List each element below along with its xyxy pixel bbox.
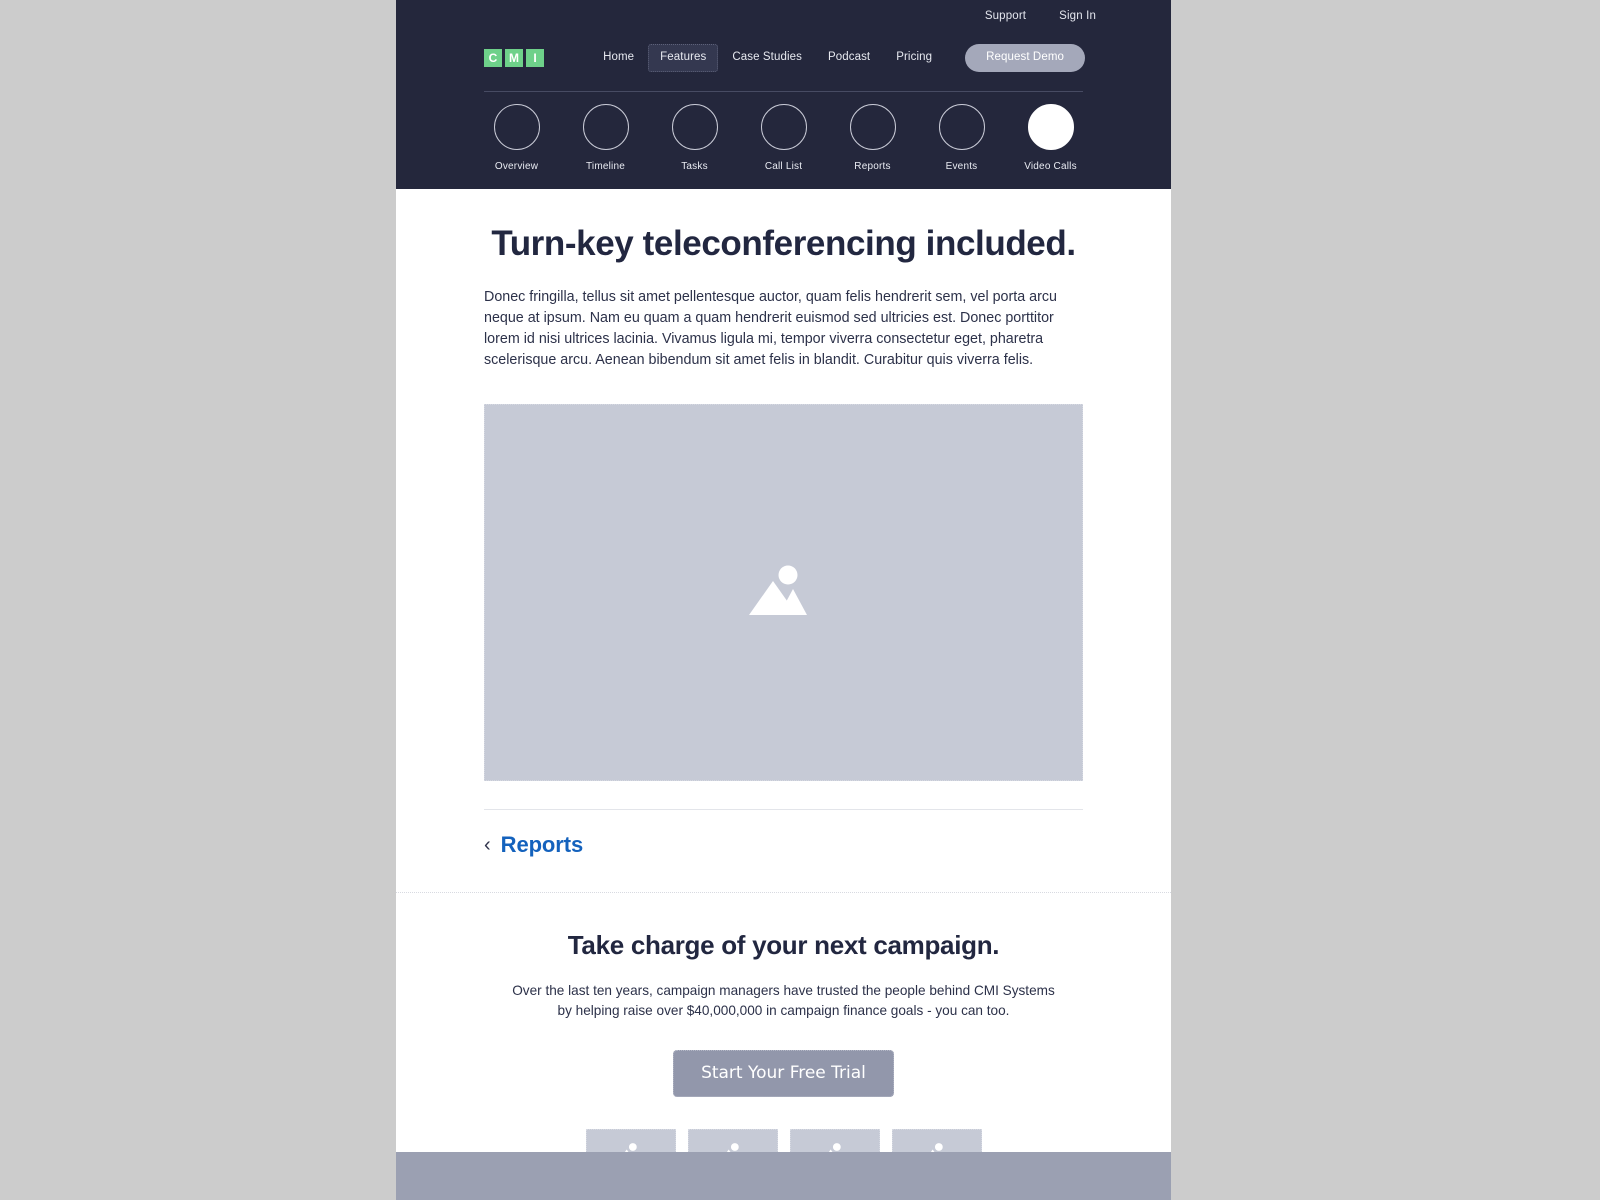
utility-bar: Support Sign In xyxy=(396,0,1171,26)
feature-nav-item-tasks[interactable]: Tasks xyxy=(659,104,730,172)
page-root: Support Sign In C M I Home Features Case… xyxy=(0,0,1600,1200)
feature-nav-label: Video Calls xyxy=(1024,161,1077,172)
utility-link-support[interactable]: Support xyxy=(985,10,1026,23)
circle-icon xyxy=(1027,104,1074,150)
main-content: Turn-key teleconferencing included. Done… xyxy=(396,189,1171,892)
cta-section: Take charge of your next campaign. Over … xyxy=(396,893,1171,1179)
cta-paragraph: Over the last ten years, campaign manage… xyxy=(512,982,1055,1018)
content-divider xyxy=(484,808,1083,810)
start-free-trial-button[interactable]: Start Your Free Trial xyxy=(673,1050,894,1097)
footer-text xyxy=(396,1152,1171,1188)
circle-icon xyxy=(938,104,985,150)
feature-nav-item-video-calls[interactable]: Video Calls xyxy=(1015,104,1086,172)
logo-tile-m: M xyxy=(505,49,523,67)
circle-icon xyxy=(760,104,807,150)
feature-nav-label: Overview xyxy=(494,161,539,172)
active-tab-pointer-icon xyxy=(1073,189,1100,204)
request-demo-button[interactable]: Request Demo xyxy=(965,44,1085,72)
feature-nav-label: Reports xyxy=(854,161,891,172)
nav-item-podcast[interactable]: Podcast xyxy=(816,44,882,72)
cta-title: Take charge of your next campaign. xyxy=(567,929,1000,960)
previous-page-label: Reports xyxy=(500,831,584,857)
hero-paragraph: Donec fringilla, tellus sit amet pellent… xyxy=(484,289,1057,368)
circle-icon xyxy=(849,104,896,150)
feature-nav-label: Timeline xyxy=(585,161,626,172)
main-nav: Home Features Case Studies Podcast Prici… xyxy=(591,44,1085,72)
nav-item-features[interactable]: Features xyxy=(648,44,719,72)
site-footer xyxy=(396,1152,1171,1200)
feature-nav-label: Events xyxy=(945,161,978,172)
circle-icon xyxy=(582,104,629,150)
feature-nav-item-overview[interactable]: Overview xyxy=(481,104,552,172)
feature-nav-label: Tasks xyxy=(681,161,708,172)
logo-tile-c: C xyxy=(484,49,502,67)
nav-item-pricing[interactable]: Pricing xyxy=(884,44,944,72)
feature-nav-item-call-list[interactable]: Call List xyxy=(748,104,819,172)
site-header: Support Sign In C M I Home Features Case… xyxy=(396,0,1171,204)
site-container: Support Sign In C M I Home Features Case… xyxy=(396,0,1171,1200)
previous-page-link[interactable]: ‹ Reports xyxy=(484,831,1083,892)
feature-nav: Overview Timeline Tasks Call List Report xyxy=(396,92,1171,204)
hero-media-placeholder xyxy=(484,403,1083,781)
feature-nav-item-reports[interactable]: Reports xyxy=(837,104,908,172)
image-placeholder-icon xyxy=(749,565,807,616)
feature-nav-label: Call List xyxy=(764,161,803,172)
circle-icon xyxy=(671,104,718,150)
feature-nav-item-events[interactable]: Events xyxy=(926,104,997,172)
circle-icon xyxy=(493,104,540,150)
page-title: Turn-key teleconferencing included. xyxy=(491,224,1076,263)
feature-nav-item-timeline[interactable]: Timeline xyxy=(570,104,641,172)
nav-item-case-studies[interactable]: Case Studies xyxy=(720,44,814,72)
utility-link-signin[interactable]: Sign In xyxy=(1059,10,1096,23)
chevron-left-icon: ‹ xyxy=(484,833,491,856)
logo-tile-i: I xyxy=(526,49,544,67)
logo[interactable]: C M I xyxy=(484,49,544,67)
primary-nav-row: C M I Home Features Case Studies Podcast… xyxy=(396,26,1171,82)
nav-item-home[interactable]: Home xyxy=(591,44,646,72)
